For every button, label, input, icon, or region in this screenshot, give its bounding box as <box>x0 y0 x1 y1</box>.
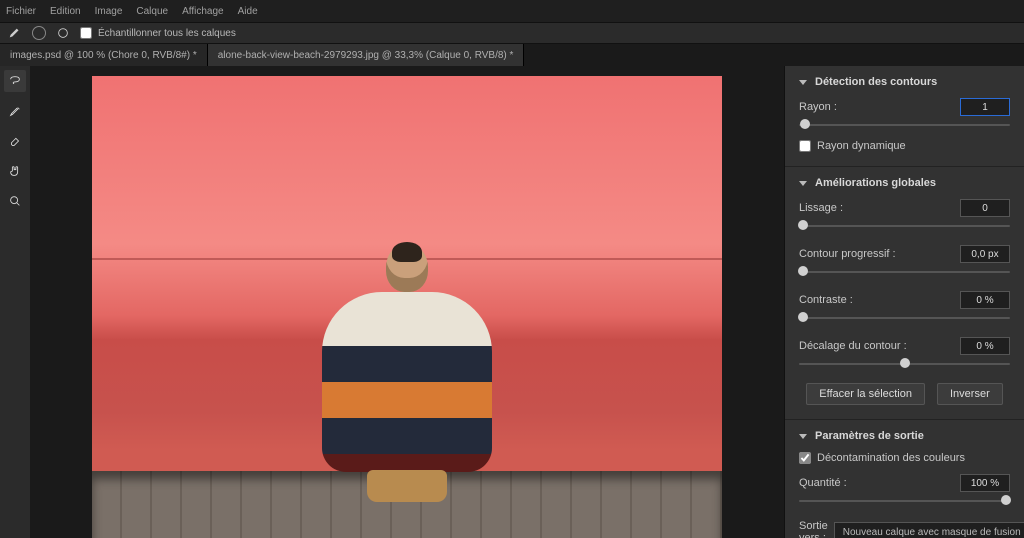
zoom-tool-icon[interactable] <box>4 190 26 212</box>
quantite-slider[interactable] <box>799 496 1010 506</box>
brush-preview-icon[interactable] <box>32 26 46 40</box>
invert-button[interactable]: Inverser <box>937 383 1003 405</box>
quantite-input[interactable] <box>960 474 1010 492</box>
decontamination-label: Décontamination des couleurs <box>817 452 965 464</box>
lissage-slider[interactable] <box>799 221 1010 231</box>
lasso-tool-icon[interactable] <box>4 70 26 92</box>
rayon-dynamique-label: Rayon dynamique <box>817 140 906 152</box>
rayon-dynamique-checkbox[interactable]: Rayon dynamique <box>799 140 1010 152</box>
canvas-area[interactable] <box>30 66 784 538</box>
menu-item[interactable]: Edition <box>50 6 81 17</box>
section-edge-detection: Détection des contours Rayon : Rayon dyn… <box>785 66 1024 167</box>
document-tabs: images.psd @ 100 % (Chore 0, RVB/8#) * a… <box>0 44 1024 66</box>
refine-edge-panel: Détection des contours Rayon : Rayon dyn… <box>784 66 1024 538</box>
decalage-input[interactable] <box>960 337 1010 355</box>
brush-tool-icon[interactable] <box>4 100 26 122</box>
contour-progressif-slider[interactable] <box>799 267 1010 277</box>
menubar: Fichier Edition Image Calque Affichage A… <box>0 0 1024 22</box>
contraste-label: Contraste : <box>799 294 853 306</box>
section-title: Améliorations globales <box>815 177 936 189</box>
chevron-down-icon <box>799 434 807 439</box>
document-canvas[interactable] <box>92 76 722 538</box>
lissage-label: Lissage : <box>799 202 843 214</box>
chevron-down-icon <box>799 181 807 186</box>
menu-item[interactable]: Aide <box>238 6 258 17</box>
brush-preview-icon[interactable] <box>56 26 70 40</box>
lissage-input[interactable] <box>960 199 1010 217</box>
section-header[interactable]: Paramètres de sortie <box>799 430 1010 442</box>
hand-tool-icon[interactable] <box>4 160 26 182</box>
rayon-label: Rayon : <box>799 101 837 113</box>
decalage-label: Décalage du contour : <box>799 340 907 352</box>
quantite-label: Quantité : <box>799 477 847 489</box>
menu-item[interactable]: Fichier <box>6 6 36 17</box>
menu-item[interactable]: Affichage <box>182 6 224 17</box>
sortie-vers-select[interactable]: Nouveau calque avec masque de fusion <box>834 522 1024 538</box>
decontamination-checkbox[interactable]: Décontamination des couleurs <box>799 452 1010 464</box>
menu-item[interactable]: Image <box>95 6 123 17</box>
eraser-tool-icon[interactable] <box>4 130 26 152</box>
chevron-down-icon <box>799 80 807 85</box>
section-title: Paramètres de sortie <box>815 430 924 442</box>
sample-all-layers-label: Échantillonner tous les calques <box>98 28 236 39</box>
section-header[interactable]: Améliorations globales <box>799 177 1010 189</box>
section-title: Détection des contours <box>815 76 937 88</box>
decalage-slider[interactable] <box>799 359 1010 369</box>
tab-label: alone-back-view-beach-2979293.jpg @ 33,3… <box>218 50 514 61</box>
subject-person <box>322 244 492 502</box>
menu-item[interactable]: Calque <box>136 6 168 17</box>
section-global-refinements: Améliorations globales Lissage : Contour… <box>785 167 1024 420</box>
section-output: Paramètres de sortie Décontamination des… <box>785 420 1024 538</box>
document-tab[interactable]: images.psd @ 100 % (Chore 0, RVB/8#) * <box>0 44 208 66</box>
document-tab[interactable]: alone-back-view-beach-2979293.jpg @ 33,3… <box>208 44 525 66</box>
contour-progressif-input[interactable] <box>960 245 1010 263</box>
tab-label: images.psd @ 100 % (Chore 0, RVB/8#) * <box>10 50 197 61</box>
contraste-slider[interactable] <box>799 313 1010 323</box>
rayon-input[interactable] <box>960 98 1010 116</box>
sample-all-layers-checkbox[interactable]: Échantillonner tous les calques <box>80 27 236 39</box>
contour-progressif-label: Contour progressif : <box>799 248 896 260</box>
brush-tool-icon[interactable] <box>8 26 22 40</box>
sortie-vers-label: Sortie vers : <box>799 520 828 538</box>
rayon-slider[interactable] <box>799 120 1010 130</box>
clear-selection-button[interactable]: Effacer la sélection <box>806 383 925 405</box>
tool-strip <box>0 66 30 538</box>
section-header[interactable]: Détection des contours <box>799 76 1010 88</box>
contraste-input[interactable] <box>960 291 1010 309</box>
options-bar: Échantillonner tous les calques <box>0 22 1024 44</box>
